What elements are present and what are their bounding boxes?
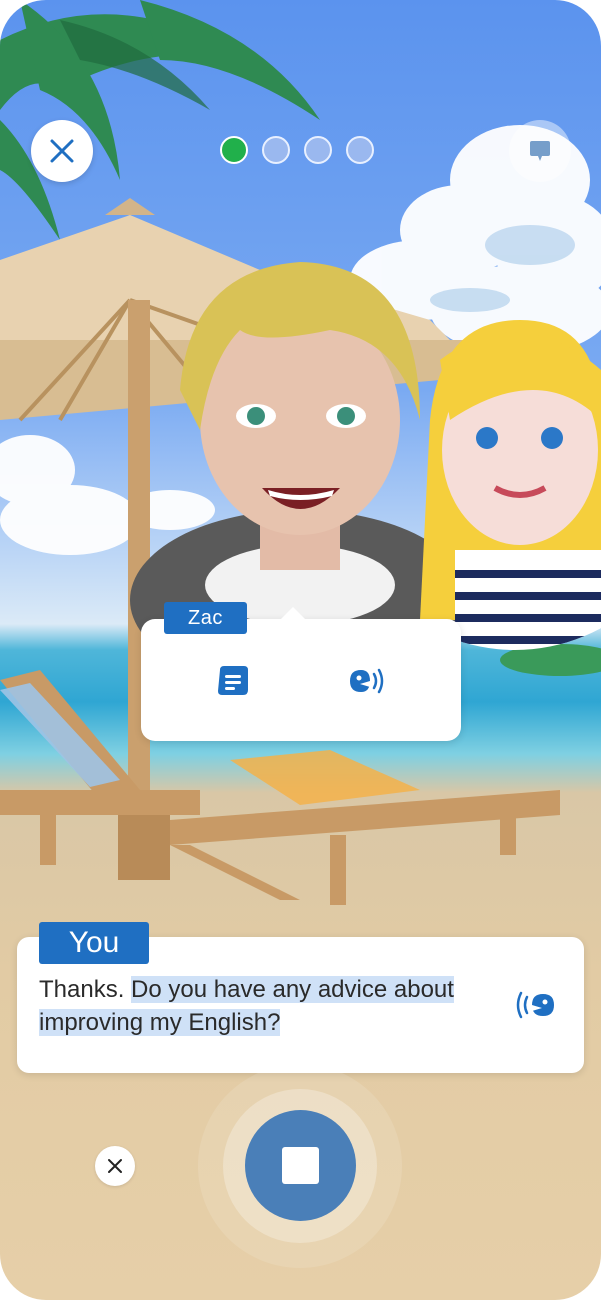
play-user-audio-button[interactable] (510, 983, 560, 1027)
user-audio-icon (516, 991, 554, 1019)
progress-dot-1 (220, 136, 248, 164)
user-text-highlight-2: improving my English? (39, 1009, 281, 1036)
transcript-icon (218, 666, 248, 695)
close-icon (50, 139, 74, 163)
small-close-icon (108, 1159, 122, 1173)
hint-button[interactable] (509, 120, 571, 182)
speaker-name-label: Zac (164, 602, 247, 634)
phone-screen: Zac You Thanks. Do you have any advice a… (0, 0, 601, 1300)
user-label: You (39, 922, 149, 964)
progress-dot-2 (262, 136, 290, 164)
user-text-highlight-1: Do you have any advice about (131, 976, 454, 1003)
stop-recording-button[interactable] (245, 1110, 356, 1221)
speaker-audio-icon (350, 668, 384, 694)
hint-icon (530, 141, 550, 161)
progress-dot-3 (304, 136, 332, 164)
speaker-card: Zac (141, 602, 461, 741)
close-button[interactable] (31, 120, 93, 182)
cancel-recording-button[interactable] (95, 1146, 135, 1186)
user-transcript-text: Thanks. Do you have any advice about impr… (39, 973, 499, 1039)
partner-avatar (420, 320, 601, 650)
user-text-plain: Thanks. (39, 976, 132, 1003)
progress-indicator (220, 136, 374, 164)
show-transcript-button[interactable] (211, 659, 255, 703)
stop-icon (282, 1147, 319, 1184)
play-speaker-audio-button[interactable] (345, 659, 389, 703)
progress-dot-4 (346, 136, 374, 164)
user-transcript-card: You Thanks. Do you have any advice about… (17, 922, 584, 1073)
